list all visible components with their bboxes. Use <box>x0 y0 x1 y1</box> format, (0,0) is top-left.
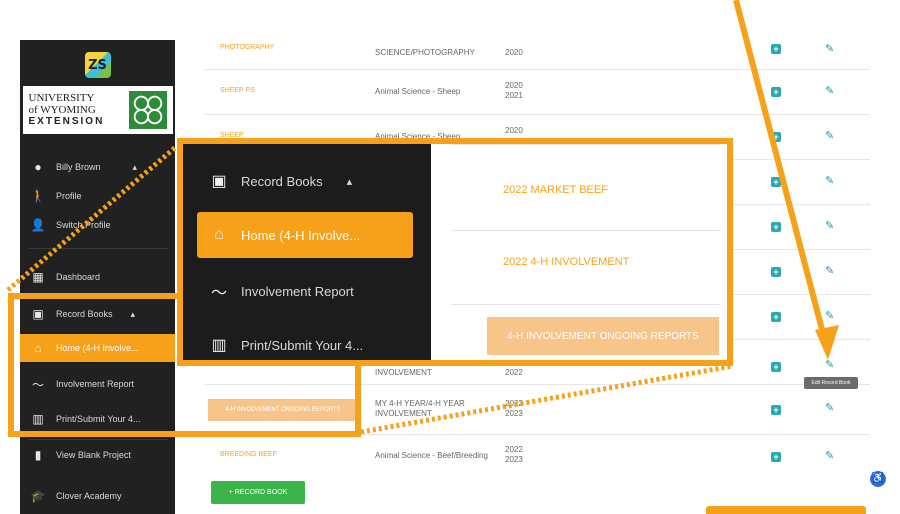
zoom-label: Record Books <box>241 173 323 189</box>
edit-record-book-tooltip: Edit Record Book <box>804 377 858 389</box>
record-type: Animal Science - Beef/Breeding <box>375 451 488 460</box>
add-entry-button[interactable]: + <box>771 132 781 142</box>
zoom-table: 2022 MARKET BEEF 2022 4-H INVOLVEMENT 4-… <box>431 144 727 360</box>
sidebar-item-profile[interactable]: 🚶 Profile <box>20 186 175 206</box>
sidebar-item-dashboard[interactable]: ▦ Dashboard <box>20 266 175 288</box>
sidebar-item-label: Dashboard <box>56 272 101 282</box>
add-entry-button[interactable]: + <box>771 405 781 415</box>
sidebar-item-view-blank-project[interactable]: ▮ View Blank Project <box>20 444 175 466</box>
add-entry-button[interactable]: + <box>771 452 781 462</box>
divider <box>451 230 721 231</box>
record-name[interactable]: SHEEP PS <box>220 87 255 94</box>
user-menu[interactable]: ● Billy Brown ▴ <box>20 154 175 180</box>
record-type: Animal Science - Sheep <box>375 87 461 96</box>
divider <box>28 248 168 249</box>
table-row[interactable]: SHEEP PS Animal Science - Sheep 2020 202… <box>205 70 870 115</box>
record-type: SCIENCE/PHOTOGRAPHY <box>375 48 475 57</box>
chevron-up-icon: ▴ <box>132 161 138 172</box>
edit-icon[interactable]: ✎ <box>825 129 834 142</box>
zoom-record-books[interactable]: ▣ Record Books ▴ <box>197 158 413 204</box>
edit-icon[interactable]: ✎ <box>825 84 834 97</box>
record-type: MY 4-H YEAR/4-H YEAR INVOLVEMENT <box>375 399 465 418</box>
trend-icon: 〜 <box>210 285 227 302</box>
zoom-home[interactable]: ⌂ Home (4-H Involve... <box>197 212 413 258</box>
avatar: ● <box>34 160 42 174</box>
zoom-sidebar: ▣ Record Books ▴ ⌂ Home (4-H Involve... … <box>183 144 431 360</box>
zoom-involvement-report[interactable]: 〜 Involvement Report <box>197 268 413 314</box>
bottom-action-bar[interactable] <box>706 506 866 514</box>
edit-icon[interactable]: ✎ <box>825 401 834 414</box>
add-entry-button[interactable]: + <box>771 362 781 372</box>
sidebar-item-label: Clover Academy <box>56 491 122 501</box>
zoom-label: Home (4-H Involve... <box>241 227 361 243</box>
zoom-callout: ▣ Record Books ▴ ⌂ Home (4-H Involve... … <box>177 138 733 366</box>
add-entry-button[interactable]: + <box>771 222 781 232</box>
add-entry-button[interactable]: + <box>771 312 781 322</box>
record-years: 2020 <box>505 48 523 57</box>
chevron-up-icon: ▴ <box>346 175 353 188</box>
user-name: Billy Brown <box>56 162 101 172</box>
zoom-label: Involvement Report <box>241 283 354 299</box>
edit-icon[interactable]: ✎ <box>825 219 834 232</box>
sidebar-item-label: Profile <box>56 191 82 201</box>
zoom-label: Print/Submit Your 4... <box>241 337 364 353</box>
add-entry-button[interactable]: + <box>771 44 781 54</box>
add-entry-button[interactable]: + <box>771 87 781 97</box>
university-logo: UNIVERSITY of WYOMING EXTENSION <box>22 86 173 134</box>
record-years: 2022 <box>505 368 523 377</box>
zoom-ongoing-reports-button[interactable]: 4-H INVOLVEMENT ONGOING REPORTS <box>487 317 719 355</box>
sidebar-item-switch-profile[interactable]: 👤 Switch Profile <box>20 215 175 235</box>
edit-icon[interactable]: ✎ <box>825 174 834 187</box>
print-icon: ▥ <box>211 337 227 354</box>
profile-icon: 🚶 <box>30 189 46 203</box>
university-line3: EXTENSION <box>28 116 105 127</box>
graduation-icon: 🎓 <box>30 489 46 503</box>
add-record-book-button[interactable]: + RECORD BOOK <box>211 481 305 504</box>
zsuite-logo: ZS <box>84 52 111 78</box>
edit-icon[interactable]: ✎ <box>825 309 834 322</box>
dashboard-icon: ▦ <box>32 270 44 284</box>
university-line2: of WYOMING <box>28 104 96 116</box>
sidebar: ZS UNIVERSITY of WYOMING EXTENSION ● Bil… <box>20 40 175 514</box>
home-icon: ⌂ <box>214 226 224 243</box>
sidebar-item-label: Switch Profile <box>56 220 111 230</box>
sidebar-item-label: View Blank Project <box>56 450 131 460</box>
market-beef-link[interactable]: 2022 MARKET BEEF <box>503 184 608 196</box>
accessibility-icon[interactable]: ♿ <box>870 471 886 487</box>
record-years: 2020 2021 <box>505 81 523 100</box>
edit-icon[interactable]: ✎ <box>825 358 834 371</box>
sidebar-item-clover-academy[interactable]: 🎓 Clover Academy <box>20 485 175 507</box>
divider <box>451 304 721 305</box>
record-books-icon: ▣ <box>211 173 227 190</box>
record-years: 2022 2023 <box>505 399 523 418</box>
edit-icon[interactable]: ✎ <box>825 264 834 277</box>
switch-profile-icon: 👤 <box>30 218 46 232</box>
record-years: 2020 <box>505 126 523 135</box>
record-type: INVOLVEMENT <box>375 368 432 377</box>
divider <box>451 144 721 145</box>
zoom-print-submit[interactable]: ▥ Print/Submit Your 4... <box>197 322 413 368</box>
divider <box>28 439 168 440</box>
project-icon: ▮ <box>34 448 42 462</box>
involvement-link[interactable]: 2022 4-H INVOLVEMENT <box>503 256 629 268</box>
logo-area: ZS UNIVERSITY of WYOMING EXTENSION <box>20 40 175 148</box>
university-line1: UNIVERSITY <box>28 92 95 104</box>
add-entry-button[interactable]: + <box>771 177 781 187</box>
table-row[interactable]: PHOTOGRAPHY SCIENCE/PHOTOGRAPHY 2020 + ✎ <box>205 40 870 70</box>
record-name[interactable]: BREEDING BEEF <box>220 451 277 458</box>
edit-icon[interactable]: ✎ <box>825 42 834 55</box>
table-row[interactable]: BREEDING BEEF Animal Science - Beef/Bree… <box>205 435 870 475</box>
record-years: 2022 2023 <box>505 445 523 464</box>
record-name[interactable]: PHOTOGRAPHY <box>220 44 274 51</box>
clover-logo-icon <box>128 91 167 129</box>
add-entry-button[interactable]: + <box>771 267 781 277</box>
edit-icon[interactable]: ✎ <box>825 449 834 462</box>
